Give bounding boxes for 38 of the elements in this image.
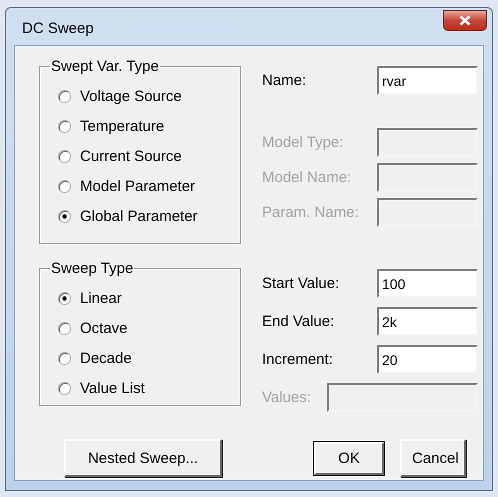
- dialog-button[interactable]: OK: [314, 442, 384, 474]
- radio-label[interactable]: Voltage Source: [80, 88, 182, 104]
- field-label: Model Name:: [262, 169, 352, 186]
- dialog-button[interactable]: Nested Sweep...: [64, 439, 222, 477]
- radio-button[interactable]: [58, 90, 71, 102]
- text-field[interactable]: 20: [377, 345, 478, 374]
- dialog-button[interactable]: Cancel: [400, 439, 466, 477]
- radio-button[interactable]: [58, 322, 71, 334]
- field-label: Model Type:: [262, 134, 344, 151]
- radio-button[interactable]: [58, 150, 71, 162]
- field-label: Param. Name:: [262, 204, 360, 221]
- field-label: Name:: [262, 72, 308, 89]
- radio-label[interactable]: Decade: [80, 350, 132, 366]
- close-icon: [459, 15, 471, 26]
- radio-label[interactable]: Current Source: [80, 148, 182, 164]
- radio-label[interactable]: Linear: [80, 290, 122, 306]
- radio-label[interactable]: Value List: [80, 380, 145, 396]
- text-field[interactable]: rvar: [377, 66, 478, 95]
- field-label: Start Value:: [262, 275, 340, 292]
- field-label: Values:: [262, 389, 312, 406]
- window-title: DC Sweep: [22, 20, 94, 37]
- radio-button[interactable]: [58, 382, 71, 394]
- field-label: Increment:: [262, 351, 334, 368]
- radio-label[interactable]: Model Parameter: [80, 178, 196, 194]
- field-label: End Value:: [262, 313, 336, 330]
- radio-label[interactable]: Global Parameter: [80, 208, 198, 224]
- radio-button[interactable]: [58, 120, 71, 132]
- close-button[interactable]: [443, 10, 487, 31]
- radio-label[interactable]: Temperature: [80, 118, 164, 134]
- radio-button[interactable]: [58, 210, 71, 222]
- radio-label[interactable]: Octave: [80, 320, 128, 336]
- group-title: Sweep Type: [50, 260, 134, 277]
- text-field[interactable]: 2k: [377, 307, 478, 336]
- radio-button[interactable]: [58, 292, 71, 304]
- group-title: Swept Var. Type: [50, 58, 160, 75]
- radio-button[interactable]: [58, 180, 71, 192]
- radio-button[interactable]: [58, 352, 71, 364]
- text-field[interactable]: 100: [377, 269, 478, 298]
